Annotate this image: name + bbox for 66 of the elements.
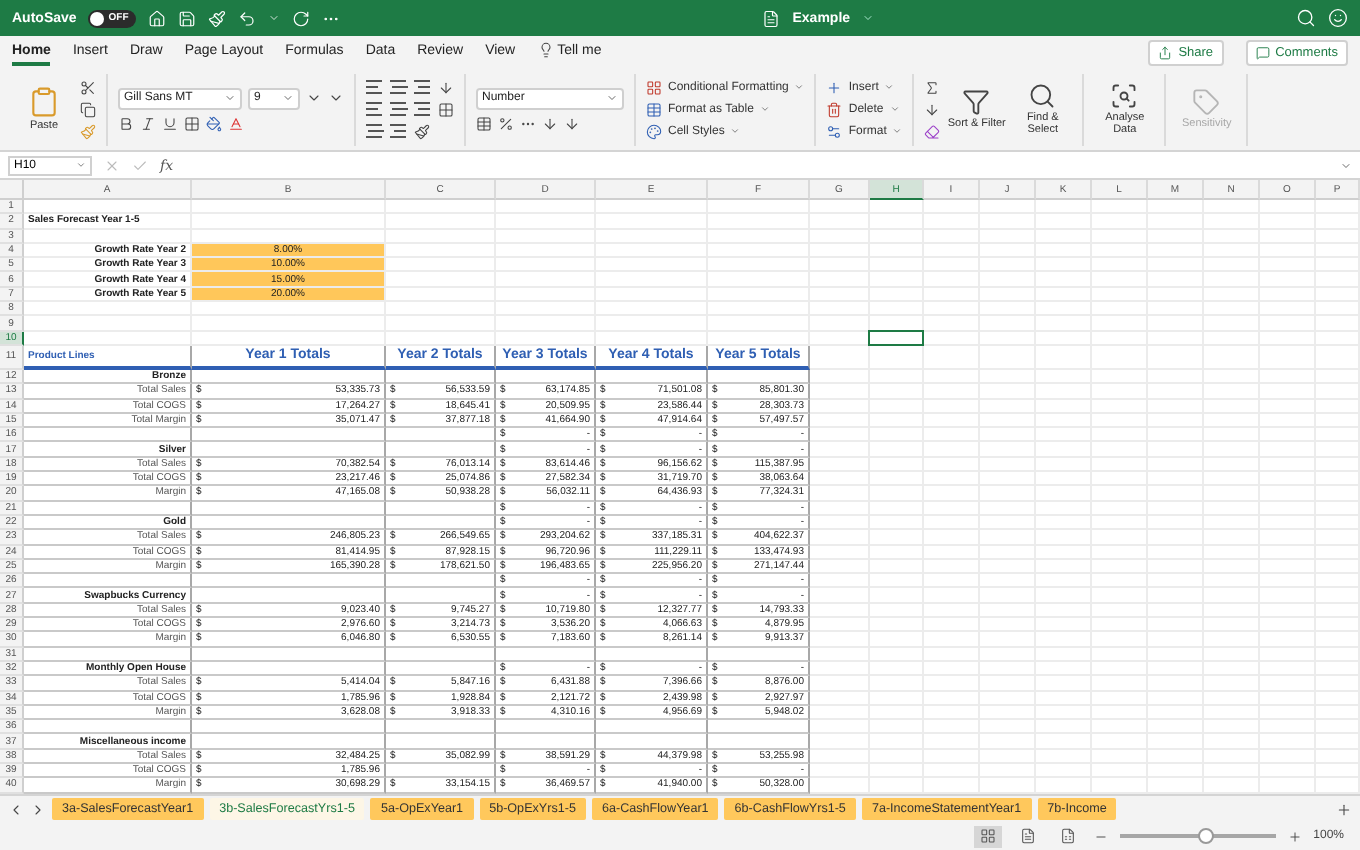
caret-icon[interactable] — [794, 82, 805, 92]
align-middle-icon[interactable] — [390, 80, 408, 94]
page-break-icon[interactable] — [1059, 828, 1076, 844]
fill-down-icon[interactable] — [924, 101, 941, 117]
cell-styles-icon[interactable] — [646, 123, 662, 139]
zoom-in-icon[interactable] — [1287, 829, 1302, 843]
underline-icon[interactable] — [162, 115, 178, 131]
search-icon[interactable] — [1296, 8, 1316, 28]
caret-icon[interactable] — [889, 104, 900, 114]
eraser-icon[interactable] — [924, 123, 941, 139]
sort-filter-icon[interactable] — [962, 87, 991, 116]
share-icon[interactable] — [1158, 45, 1173, 59]
insert-icon[interactable] — [826, 79, 843, 95]
align-left-icon[interactable] — [366, 102, 384, 116]
align-top-icon[interactable] — [366, 80, 384, 94]
analyse-data-icon[interactable] — [1110, 81, 1139, 110]
table-icon[interactable] — [646, 101, 662, 117]
borders-icon[interactable] — [184, 115, 200, 131]
align-right-icon[interactable] — [414, 102, 432, 116]
confirm-icon[interactable] — [132, 157, 148, 173]
caret-icon[interactable] — [892, 126, 903, 136]
align-center-icon[interactable] — [390, 102, 408, 116]
caret-icon[interactable] — [730, 126, 741, 136]
caret-icon[interactable] — [759, 104, 770, 114]
caret-icon[interactable] — [862, 12, 875, 24]
align-bottom-icon[interactable] — [414, 80, 432, 94]
add-sheet-icon[interactable] — [1336, 801, 1352, 817]
font-color-icon[interactable] — [228, 115, 244, 131]
percent-icon[interactable] — [498, 115, 514, 131]
autosum-icon[interactable] — [924, 79, 941, 95]
caret-icon[interactable] — [1340, 159, 1352, 171]
previous-icon[interactable] — [8, 801, 24, 817]
comment-icon[interactable] — [1255, 45, 1270, 59]
cut-icon[interactable] — [80, 79, 96, 95]
format-icon[interactable] — [826, 123, 843, 139]
search-icon[interactable] — [1028, 81, 1057, 110]
save-icon[interactable] — [178, 9, 197, 27]
home-icon[interactable] — [148, 9, 167, 27]
select-all-corner[interactable] — [0, 180, 24, 200]
decrease-indent-icon[interactable] — [366, 124, 384, 138]
stepper-icon[interactable] — [76, 160, 86, 170]
format-painter-icon[interactable] — [80, 123, 96, 139]
bold-icon[interactable] — [118, 115, 134, 131]
normal-view-icon[interactable] — [979, 828, 996, 844]
caret-icon[interactable] — [884, 82, 895, 92]
lightbulb-icon[interactable] — [537, 42, 554, 58]
delete-icon[interactable] — [826, 101, 843, 117]
page-layout-icon[interactable] — [1019, 828, 1036, 844]
undo-icon[interactable] — [238, 9, 257, 27]
italic-icon[interactable] — [140, 115, 156, 131]
caret-icon[interactable] — [282, 92, 294, 104]
redo-icon[interactable] — [292, 9, 311, 27]
view-button[interactable] — [973, 825, 1002, 847]
cancel-icon[interactable] — [104, 157, 120, 173]
caret-icon[interactable] — [224, 92, 236, 104]
copy-icon[interactable] — [80, 101, 96, 117]
smiley-icon[interactable] — [1328, 8, 1348, 28]
zoom-thumb[interactable] — [1197, 828, 1214, 844]
clipboard-icon[interactable] — [28, 85, 60, 118]
document-icon[interactable] — [762, 9, 781, 27]
next-icon[interactable] — [30, 801, 46, 817]
fill-color-icon[interactable] — [206, 115, 222, 131]
caret-icon[interactable] — [268, 12, 281, 24]
increase-indent-icon[interactable] — [390, 124, 408, 138]
conditional-formatting-icon[interactable] — [646, 79, 662, 95]
caret-icon[interactable] — [606, 92, 618, 104]
